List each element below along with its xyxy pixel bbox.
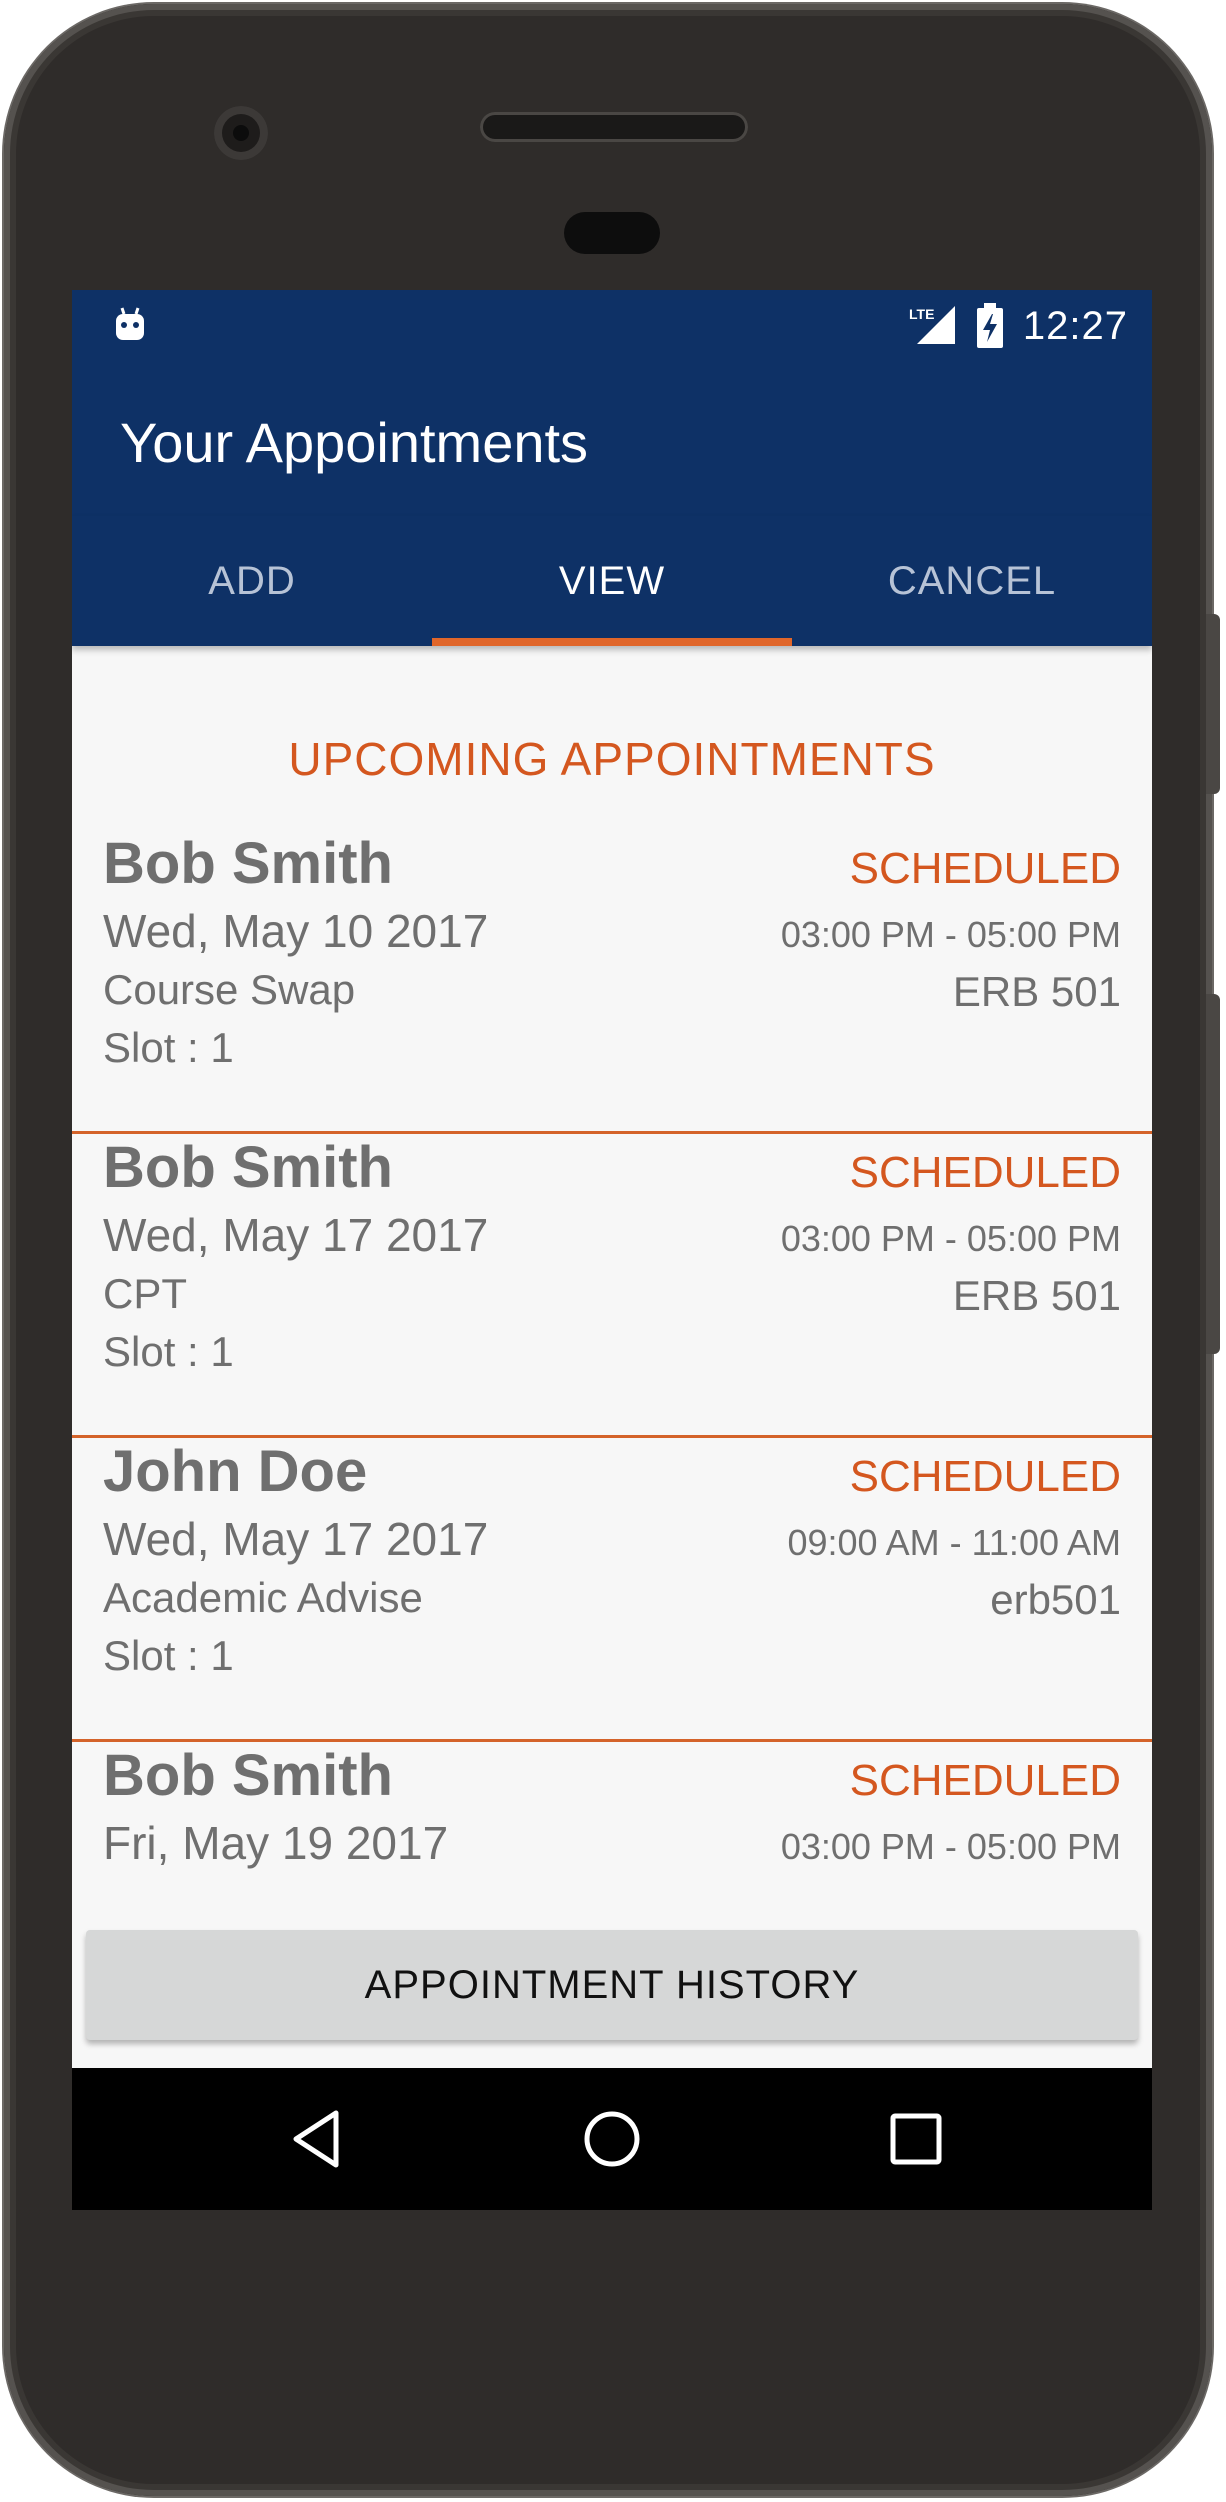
appointment-name: John Doe	[103, 1439, 368, 1504]
tab-add[interactable]: ADD	[72, 516, 432, 646]
appointment-history-button[interactable]: APPOINTMENT HISTORY	[86, 1930, 1138, 2040]
appointment-slot: Slot : 1	[103, 1024, 234, 1071]
screen: LTE 12:27 Your Appointments ADD VIEW CAN…	[72, 290, 1152, 2210]
front-camera	[214, 106, 268, 160]
appointment-purpose: Course Swap	[103, 966, 356, 1013]
appointment-list[interactable]: Bob Smith Wed, May 10 2017 Course Swap S…	[72, 830, 1152, 1936]
appointment-card[interactable]: Bob Smith Fri, May 19 2017 SCHEDULED 03:…	[72, 1742, 1152, 1936]
appointment-purpose: CPT	[103, 1270, 187, 1317]
appointment-card[interactable]: Bob Smith Wed, May 17 2017 CPT Slot : 1 …	[72, 1134, 1152, 1438]
battery-charging-icon	[976, 303, 1003, 348]
appointment-status: SCHEDULED	[849, 844, 1121, 893]
android-icon	[116, 307, 144, 340]
tab-bar: ADD VIEW CANCEL	[72, 516, 1152, 646]
appointment-status: SCHEDULED	[849, 1756, 1121, 1805]
page-title: Your Appointments	[120, 411, 589, 474]
recents-icon[interactable]	[886, 2109, 946, 2169]
earpiece-speaker	[480, 112, 748, 142]
appointment-room: ERB 501	[952, 1272, 1121, 1319]
proximity-sensor	[564, 212, 660, 254]
appointment-slot: Slot : 1	[103, 1328, 234, 1375]
status-indicators: LTE 12:27	[907, 298, 1128, 354]
appointment-card[interactable]: John Doe Wed, May 17 2017 Academic Advis…	[72, 1438, 1152, 1742]
appointment-room: erb501	[990, 1576, 1121, 1623]
back-icon[interactable]	[288, 2109, 348, 2169]
home-icon[interactable]	[582, 2109, 642, 2169]
appointment-card[interactable]: Bob Smith Wed, May 10 2017 Course Swap S…	[72, 830, 1152, 1134]
appointment-date: Wed, May 17 2017	[103, 1513, 489, 1565]
appointment-time: 03:00 PM - 05:00 PM	[780, 1218, 1121, 1259]
app-bar: Your Appointments	[72, 362, 1152, 516]
appointment-date: Wed, May 17 2017	[103, 1209, 489, 1261]
appointment-name: Bob Smith	[103, 1135, 393, 1200]
appointment-name: Bob Smith	[103, 831, 393, 896]
appointment-purpose: Academic Advise	[103, 1574, 423, 1621]
signal-icon: LTE	[908, 306, 955, 344]
appointment-name: Bob Smith	[103, 1743, 393, 1808]
appointment-status: SCHEDULED	[849, 1452, 1121, 1501]
appointment-time: 03:00 PM - 05:00 PM	[780, 1826, 1121, 1867]
status-bar: LTE 12:27	[72, 290, 1152, 362]
volume-button	[1206, 994, 1220, 1354]
appointment-time: 09:00 AM - 11:00 AM	[787, 1522, 1121, 1563]
appointment-slot: Slot : 1	[103, 1632, 234, 1679]
appointment-date: Fri, May 19 2017	[103, 1817, 449, 1869]
tab-view[interactable]: VIEW	[432, 516, 792, 646]
network-type-label: LTE	[909, 306, 934, 322]
appointment-room: ERB 501	[952, 968, 1121, 1015]
section-title: UPCOMING APPOINTMENTS	[288, 733, 936, 785]
appointment-date: Wed, May 10 2017	[103, 905, 489, 957]
phone-frame: LTE 12:27 Your Appointments ADD VIEW CAN…	[4, 4, 1220, 2496]
power-button	[1206, 614, 1220, 794]
tab-cancel[interactable]: CANCEL	[792, 516, 1152, 646]
appointment-status: SCHEDULED	[849, 1148, 1121, 1197]
appointment-time: 03:00 PM - 05:00 PM	[780, 914, 1121, 955]
navigation-bar	[72, 2068, 1152, 2210]
clock: 12:27	[1022, 303, 1128, 348]
